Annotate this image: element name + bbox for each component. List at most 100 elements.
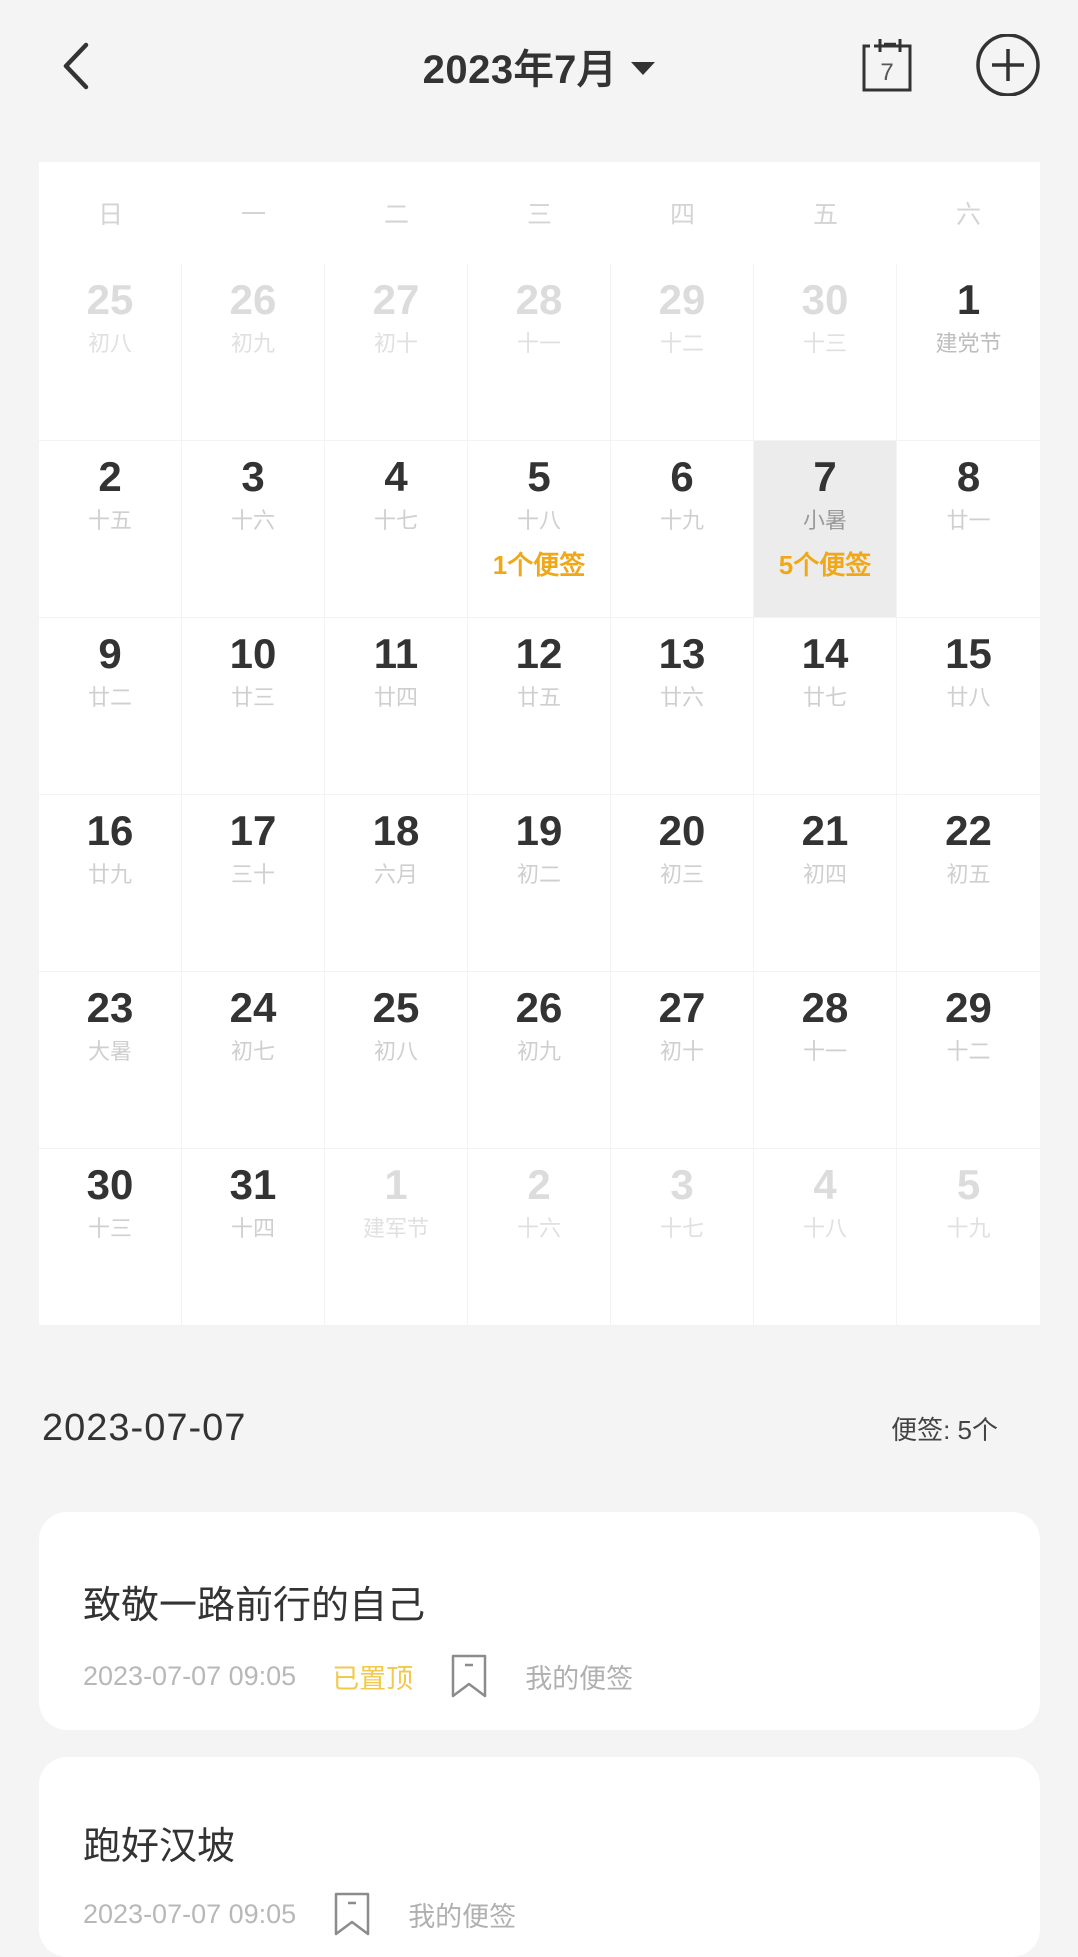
caret-down-icon (631, 61, 656, 75)
calendar-day[interactable]: 3 十六 (182, 441, 325, 618)
note-count-badge: 1个便签 (492, 550, 586, 580)
bookmark-icon (449, 1652, 493, 1700)
calendar-day[interactable]: 11 廿四 (325, 618, 468, 795)
day-number: 6 (670, 453, 694, 500)
note-card[interactable]: 致敬一路前行的自己 2023-07-07 09:05 已置顶 我的便签 (39, 1512, 1040, 1730)
calendar-day[interactable]: 9 廿二 (39, 618, 182, 795)
calendar-day[interactable]: 27 初十 (325, 264, 468, 441)
calendar-day[interactable]: 21 初四 (754, 795, 897, 972)
lunar-date: 十七 (373, 508, 418, 533)
lunar-date: 初九 (516, 1039, 561, 1064)
lunar-date: 十八 (516, 508, 561, 533)
calendar-day[interactable]: 31 十四 (182, 1149, 325, 1326)
calendar-day[interactable]: 27 初十 (611, 972, 754, 1149)
calendar-day[interactable]: 29 十二 (897, 972, 1040, 1149)
calendar-day[interactable]: 19 初二 (468, 795, 611, 972)
note-card[interactable]: 跑好汉坡 2023-07-07 09:05 我的便签 (39, 1757, 1040, 1957)
selected-date: 2023-07-07 (42, 1406, 247, 1449)
day-number: 5 (956, 1161, 981, 1208)
lunar-date: 十五 (87, 508, 132, 533)
bookmark-icon (332, 1890, 376, 1938)
weekday-header: 日 一 二 三 四 五 六 (39, 162, 1040, 264)
calendar-day[interactable]: 25 初八 (39, 264, 182, 441)
day-number: 26 (229, 276, 277, 323)
day-number: 7 (813, 453, 837, 500)
calendar-day[interactable]: 30 十三 (754, 264, 897, 441)
calendar-day[interactable]: 24 初七 (182, 972, 325, 1149)
calendar-day[interactable]: 29 十二 (611, 264, 754, 441)
month-calendar: 日 一 二 三 四 五 六 25 初八 26 初九 27 初十 28 十一 29 十二 30 十三 1 建… (39, 162, 1040, 1326)
calendar-day[interactable]: 20 初三 (611, 795, 754, 972)
today-icon-label: 7 (880, 59, 893, 86)
weekday-label: 五 (812, 201, 838, 229)
lunar-date: 初八 (87, 331, 132, 356)
calendar-day[interactable]: 5 十九 (897, 1149, 1040, 1326)
calendar-day[interactable]: 13 廿六 (611, 618, 754, 795)
lunar-date: 廿九 (87, 862, 132, 887)
calendar-day[interactable]: 30 十三 (39, 1149, 182, 1326)
day-number: 26 (515, 984, 563, 1031)
note-folder: 我的便签 (525, 1663, 634, 1694)
lunar-date: 廿三 (230, 685, 275, 710)
day-number: 29 (945, 984, 992, 1031)
calendar-day[interactable]: 25 初八 (325, 972, 468, 1149)
lunar-date: 大暑 (87, 1039, 132, 1064)
calendar-day[interactable]: 14 廿七 (754, 618, 897, 795)
lunar-date: 建党节 (935, 331, 1002, 356)
day-number: 2 (527, 1161, 551, 1208)
calendar-day[interactable]: 16 廿九 (39, 795, 182, 972)
note-title: 跑好汉坡 (83, 1826, 236, 1868)
calendar-day[interactable]: 18 六月 (325, 795, 468, 972)
lunar-date: 十六 (516, 1216, 561, 1241)
calendar-day[interactable]: 3 十七 (611, 1149, 754, 1326)
calendar-day[interactable]: 8 廿一 (897, 441, 1040, 618)
calendar-day[interactable]: 17 三十 (182, 795, 325, 972)
page-title: 2023年7月 (422, 48, 618, 92)
lunar-date: 廿一 (946, 508, 991, 533)
top-bar: 2023年7月 7 (0, 0, 1078, 130)
lunar-date: 廿八 (946, 685, 991, 710)
calendar-day[interactable]: 6 十九 (611, 441, 754, 618)
note-count-badge: 5个便签 (778, 550, 872, 580)
day-number: 23 (86, 984, 134, 1031)
calendar-day[interactable]: 1 建军节 (325, 1149, 468, 1326)
calendar-day[interactable]: 28 十一 (468, 264, 611, 441)
lunar-date: 十九 (946, 1216, 991, 1241)
lunar-date: 廿七 (802, 685, 847, 710)
lunar-date: 初十 (373, 331, 418, 356)
weekday-label: 六 (955, 201, 981, 229)
calendar-day[interactable]: 23 大暑 (39, 972, 182, 1149)
lunar-date: 十六 (230, 508, 275, 533)
lunar-date: 廿六 (659, 685, 704, 710)
lunar-date: 十二 (659, 331, 704, 356)
add-note-button[interactable] (972, 33, 1042, 97)
calendar-day[interactable]: 12 廿五 (468, 618, 611, 795)
weekday-label: 三 (526, 201, 552, 229)
today-button[interactable]: 7 (860, 34, 924, 96)
calendar-day[interactable]: 26 初九 (468, 972, 611, 1149)
calendar-day[interactable]: 22 初五 (897, 795, 1040, 972)
day-number: 21 (801, 807, 849, 854)
calendar-day[interactable]: 10 廿三 (182, 618, 325, 795)
calendar-day[interactable]: 4 十七 (325, 441, 468, 618)
weekday-label: 二 (383, 201, 409, 229)
day-number: 30 (86, 1161, 134, 1208)
lunar-date: 初七 (230, 1039, 275, 1064)
calendar-day[interactable]: 15 廿八 (897, 618, 1040, 795)
calendar-day[interactable]: 2 十五 (39, 441, 182, 618)
day-number: 13 (658, 630, 706, 677)
day-number: 1 (956, 276, 981, 323)
calendar-day[interactable]: 4 十八 (754, 1149, 897, 1326)
calendar-day[interactable]: 5 十八 1个便签 (468, 441, 611, 618)
day-number: 10 (229, 630, 277, 677)
calendar-day[interactable]: 26 初九 (182, 264, 325, 441)
calendar-day[interactable]: 2 十六 (468, 1149, 611, 1326)
lunar-date: 初四 (802, 862, 847, 887)
calendar-day[interactable]: 28 十一 (754, 972, 897, 1149)
day-number: 12 (515, 630, 563, 677)
calendar-day-selected[interactable]: 7 小暑 5个便签 (754, 441, 897, 618)
day-number: 8 (956, 453, 981, 500)
calendar-day[interactable]: 1 建党节 (897, 264, 1040, 441)
day-number: 30 (801, 276, 849, 323)
day-number: 24 (229, 984, 277, 1031)
